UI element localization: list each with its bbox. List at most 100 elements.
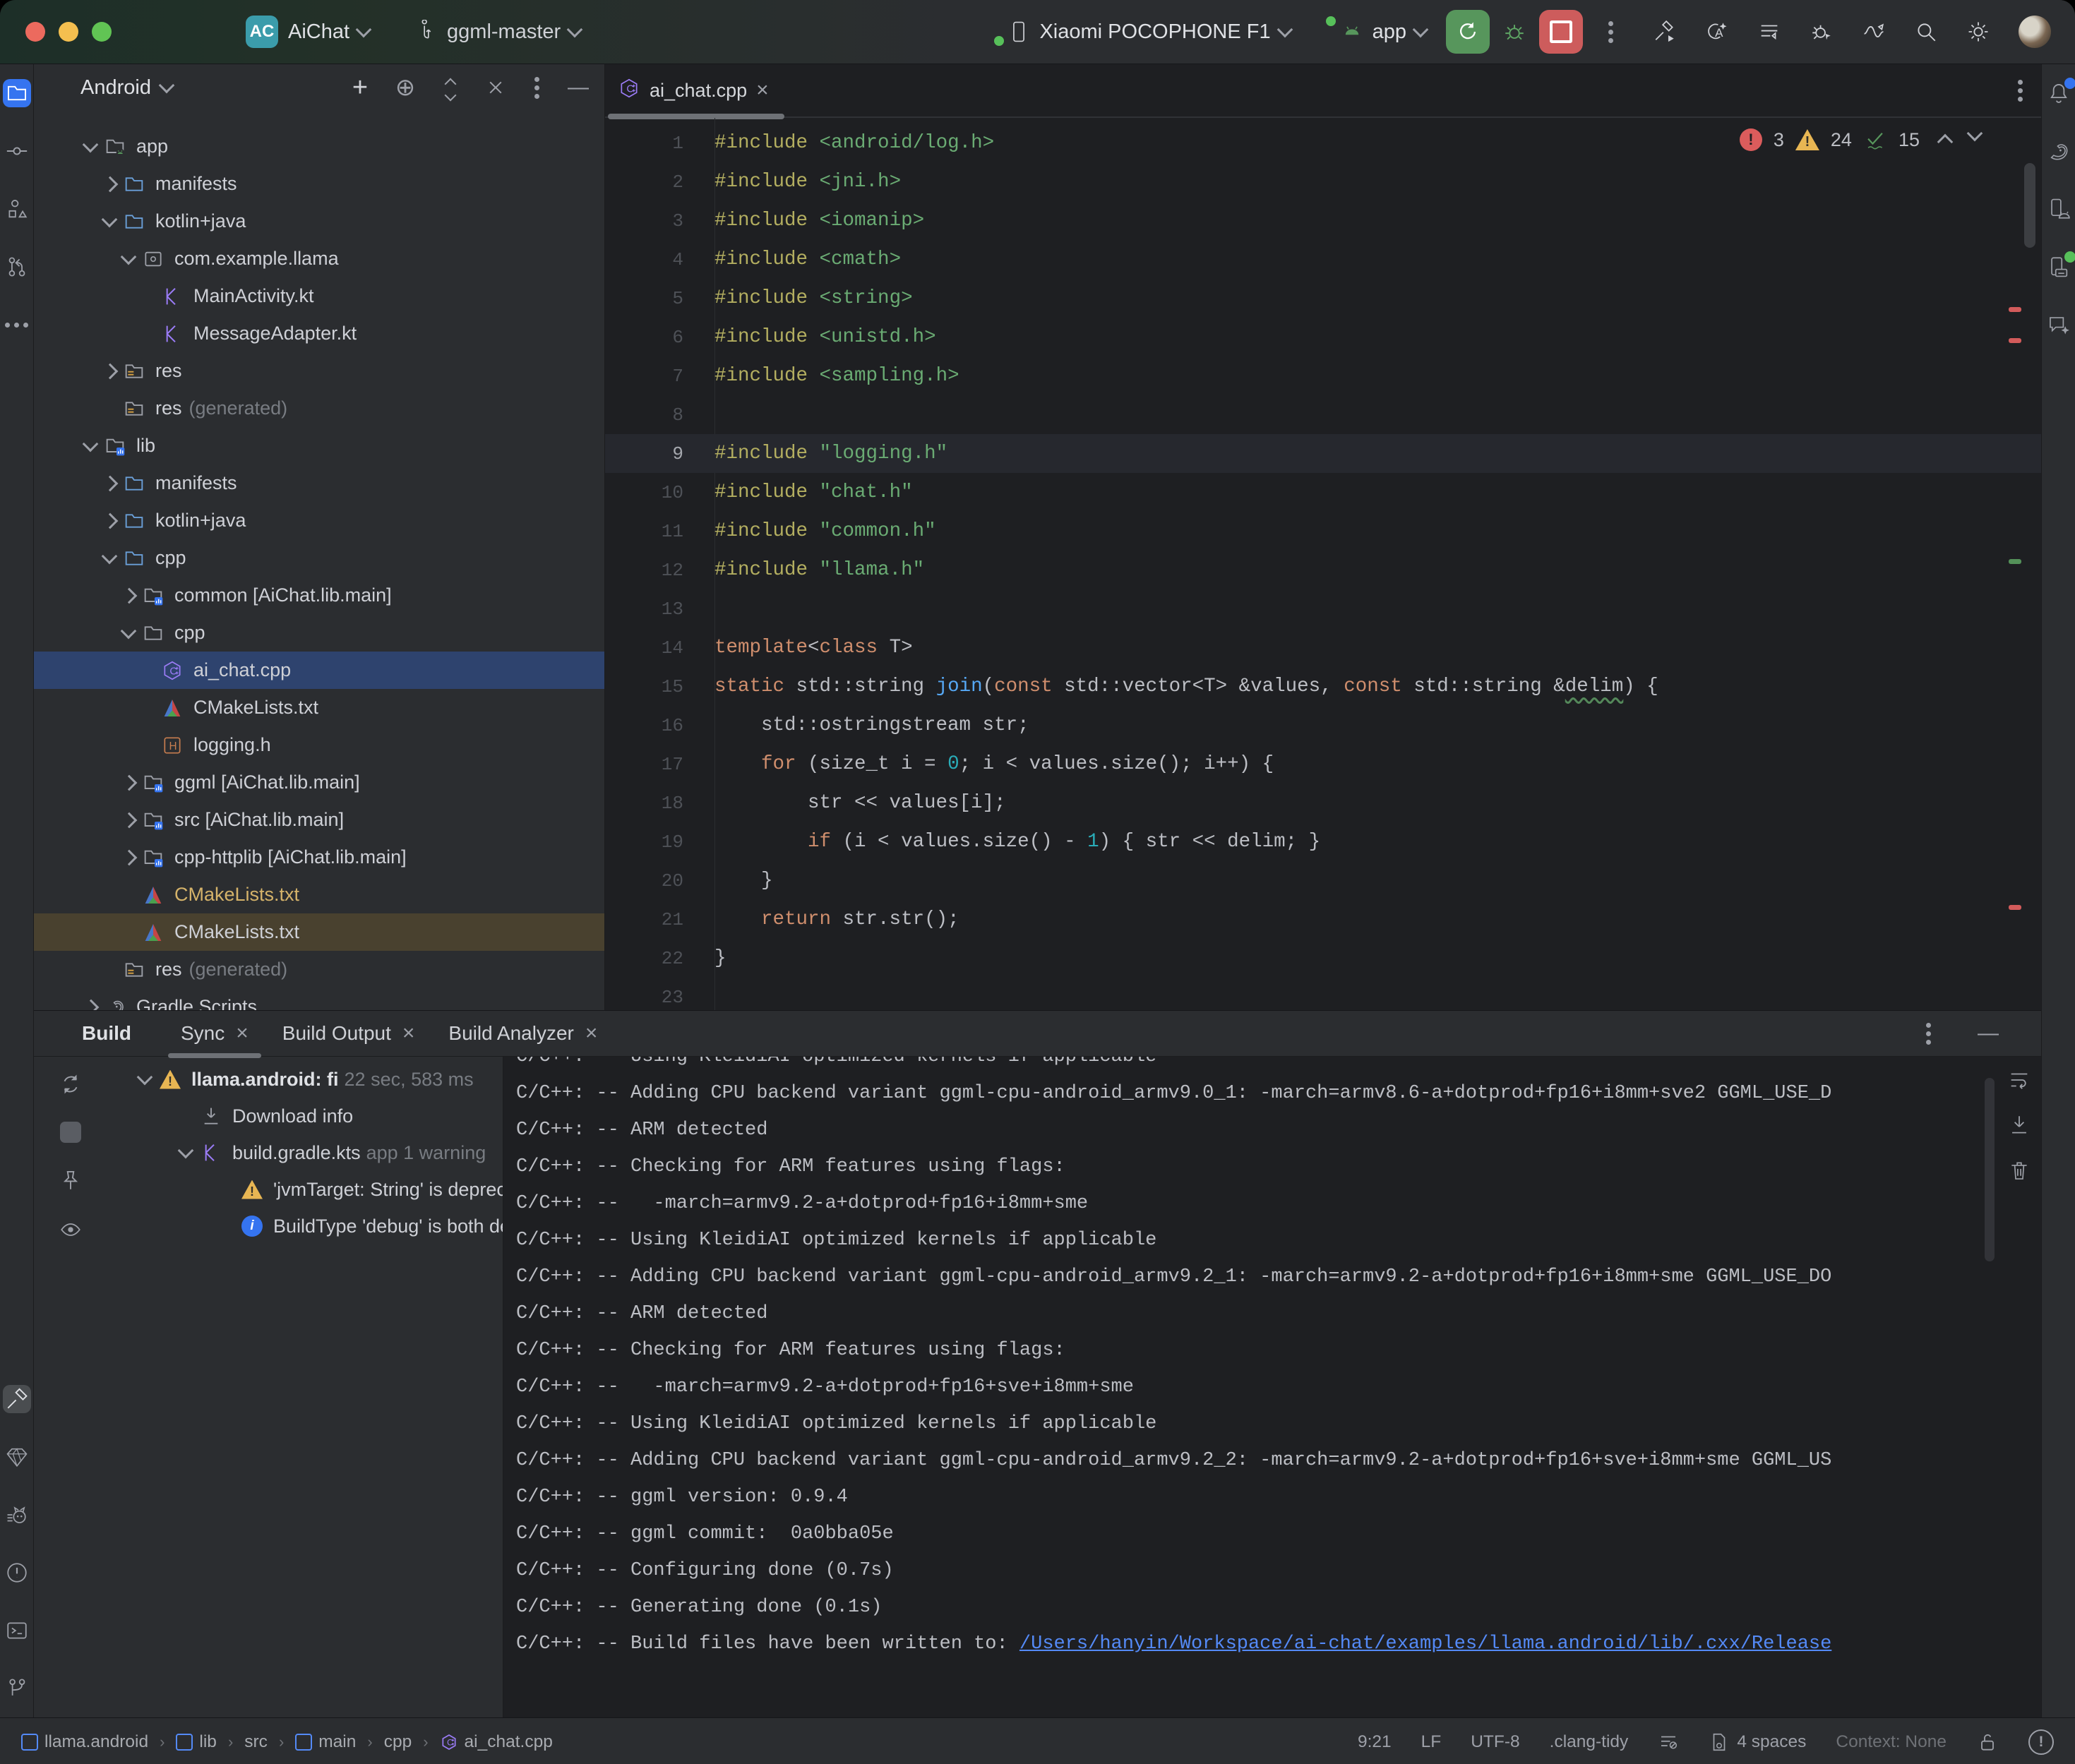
breadcrumb-item[interactable]: Cai_chat.cpp: [440, 1732, 553, 1752]
locate-file-button[interactable]: ⊕: [393, 76, 417, 100]
tree-row[interactable]: manifests: [34, 464, 604, 502]
tree-row[interactable]: CMakeLists.txt: [34, 913, 604, 951]
chevron-right-icon[interactable]: [102, 512, 119, 529]
gradle-tool-button[interactable]: [2045, 137, 2073, 165]
inspections-widget[interactable]: ! 3 ! 24 15: [1740, 128, 1980, 152]
soft-wrap-button[interactable]: [2007, 1068, 2031, 1092]
breadcrumb-item[interactable]: lib: [176, 1732, 217, 1752]
search-everywhere-button[interactable]: [1914, 20, 1938, 44]
close-tab-icon[interactable]: ×: [236, 1023, 249, 1044]
tree-row[interactable]: CMakeLists.txt: [34, 876, 604, 913]
more-tool-windows-button[interactable]: [3, 311, 31, 339]
run-configuration-selector[interactable]: app: [1340, 20, 1426, 44]
project-selector[interactable]: AiChat: [288, 20, 369, 44]
code-line[interactable]: 12#include "llama.h": [605, 551, 2041, 589]
problems-tool-button[interactable]: [3, 1559, 31, 1587]
chevron-down-icon[interactable]: [121, 623, 137, 639]
code-line[interactable]: 8: [605, 395, 2041, 434]
code-line[interactable]: 11#include "common.h": [605, 512, 2041, 551]
tree-row[interactable]: cpp: [34, 614, 604, 652]
breadcrumb-item[interactable]: main: [295, 1732, 356, 1752]
tab-build-output[interactable]: Build Output ×: [265, 1011, 432, 1056]
line-number[interactable]: 13: [605, 599, 714, 620]
code-line[interactable]: 18 str << values[i];: [605, 784, 2041, 822]
breadcrumb-item[interactable]: cpp: [384, 1732, 412, 1752]
tree-row[interactable]: res(generated): [34, 390, 604, 427]
code-line[interactable]: 15static std::string join(const std::vec…: [605, 667, 2041, 706]
hide-panel-button[interactable]: —: [566, 76, 590, 100]
breadcrumb-item[interactable]: src: [244, 1732, 268, 1752]
tree-row[interactable]: Hlogging.h: [34, 726, 604, 764]
tree-row[interactable]: Cai_chat.cpp: [34, 652, 604, 689]
build-options-kebab[interactable]: [1926, 1031, 1931, 1036]
context-indicator[interactable]: Context: None: [1836, 1732, 1947, 1752]
profiler-button[interactable]: [1862, 20, 1886, 44]
breadcrumb-item[interactable]: llama.android: [21, 1732, 148, 1752]
add-button[interactable]: +: [348, 76, 372, 100]
line-number[interactable]: 3: [605, 210, 714, 232]
chevron-down-icon[interactable]: [102, 211, 118, 227]
error-stripe-mark[interactable]: [2009, 338, 2021, 343]
unlocked-icon[interactable]: [1976, 1731, 1999, 1753]
line-number[interactable]: 6: [605, 327, 714, 348]
code-line[interactable]: 3#include <iomanip>: [605, 201, 2041, 240]
build-files-path-link[interactable]: /Users/hanyin/Workspace/ai-chat/examples…: [1019, 1633, 1831, 1655]
close-tab-icon[interactable]: ×: [402, 1023, 415, 1044]
code-line[interactable]: 2#include <jni.h>: [605, 162, 2041, 201]
code-line[interactable]: 20 }: [605, 861, 2041, 900]
tree-row[interactable]: kotlin+java: [34, 203, 604, 240]
code-line[interactable]: 14template<class T>: [605, 628, 2041, 667]
tree-row[interactable]: com.example.llama: [34, 240, 604, 277]
tree-row[interactable]: manifests: [34, 165, 604, 203]
settings-gear-button[interactable]: [1966, 20, 1990, 44]
line-number[interactable]: 12: [605, 560, 714, 581]
rerun-button[interactable]: [1446, 10, 1490, 54]
line-number[interactable]: 21: [605, 909, 714, 930]
line-number[interactable]: 17: [605, 754, 714, 775]
code-line[interactable]: 5#include <string>: [605, 279, 2041, 318]
line-number[interactable]: 2: [605, 172, 714, 193]
debug-button[interactable]: [1502, 20, 1526, 44]
vcs-branch-selector[interactable]: ggml-master: [414, 20, 580, 44]
line-number[interactable]: 22: [605, 948, 714, 969]
chevron-right-icon[interactable]: [121, 774, 138, 791]
caret-position[interactable]: 9:21: [1358, 1732, 1392, 1752]
chevron-right-icon[interactable]: [102, 363, 119, 379]
error-stripe-mark[interactable]: [2009, 905, 2021, 910]
project-tool-button[interactable]: [3, 79, 31, 107]
code-line[interactable]: 7#include <sampling.h>: [605, 356, 2041, 395]
line-number[interactable]: 14: [605, 637, 714, 659]
build-tree-row[interactable]: !'jvmTarget: String' is deprec: [107, 1171, 503, 1208]
build-project-button[interactable]: [1653, 20, 1677, 44]
editor-tab-ai-chat-cpp[interactable]: C ai_chat.cpp ×: [605, 64, 787, 116]
chevron-right-icon[interactable]: [121, 812, 138, 828]
device-manager-tool-button[interactable]: [2045, 195, 2073, 223]
line-number[interactable]: 7: [605, 366, 714, 387]
chevron-right-icon[interactable]: [121, 849, 138, 865]
code-line[interactable]: 13: [605, 589, 2041, 628]
code-line[interactable]: 6#include <unistd.h>: [605, 318, 2041, 356]
build-tree-row[interactable]: !llama.android: fi22 sec, 583 ms: [107, 1061, 503, 1098]
hide-build-panel-button[interactable]: —: [1978, 1021, 1999, 1045]
tree-row[interactable]: app: [34, 128, 604, 165]
code-line[interactable]: 16 std::ostringstream str;: [605, 706, 2041, 745]
code-line[interactable]: 10#include "chat.h": [605, 473, 2041, 512]
clang-tidy-indicator[interactable]: .clang-tidy: [1550, 1732, 1629, 1752]
stop-button[interactable]: [1539, 10, 1583, 54]
error-stripe-mark[interactable]: [2009, 307, 2021, 312]
chevron-right-icon[interactable]: [102, 176, 119, 192]
line-number[interactable]: 11: [605, 521, 714, 542]
indent-indicator[interactable]: 4 spaces: [1709, 1732, 1806, 1753]
chevron-down-icon[interactable]: [83, 136, 99, 152]
line-number[interactable]: 23: [605, 987, 714, 1008]
app-quality-insights-button[interactable]: [3, 1443, 31, 1471]
close-window-button[interactable]: [25, 22, 45, 42]
pull-requests-tool-button[interactable]: [3, 253, 31, 281]
filter-eye-button[interactable]: [59, 1218, 83, 1242]
chevron-right-icon[interactable]: [121, 587, 138, 604]
tree-row[interactable]: res: [34, 352, 604, 390]
line-number[interactable]: 10: [605, 482, 714, 503]
tab-sync[interactable]: Sync ×: [164, 1011, 265, 1056]
notifications-tool-button[interactable]: [2045, 79, 2073, 107]
more-run-actions-kebab[interactable]: [1608, 30, 1613, 35]
